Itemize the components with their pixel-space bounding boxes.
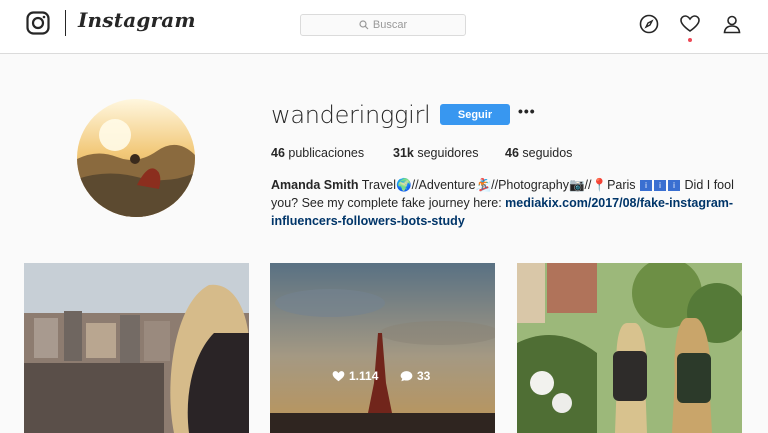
more-options-button[interactable]: ••• xyxy=(518,103,536,119)
following-count: 46 xyxy=(505,146,519,160)
profile-bio: Amanda Smith Travel🌍//Adventure🏂//Photog… xyxy=(271,176,751,230)
compass-icon[interactable] xyxy=(639,14,659,34)
posts-count: 46 xyxy=(271,146,285,160)
instagram-wordmark[interactable]: Instagram xyxy=(78,8,196,32)
notification-dot xyxy=(688,38,692,42)
info-emoji-icon: i xyxy=(640,180,653,192)
profile-username: wanderinggirl xyxy=(271,101,431,129)
followers-label: seguidores xyxy=(417,146,479,160)
pin-emoji-icon: 📍 xyxy=(591,178,608,192)
bio-text-2: //Adventure xyxy=(411,178,476,192)
heart-icon[interactable] xyxy=(680,14,700,34)
search-input[interactable]: Buscar xyxy=(300,14,466,36)
posts-label: publicaciones xyxy=(288,146,365,160)
following-label: seguidos xyxy=(522,146,573,160)
user-icon[interactable] xyxy=(722,14,742,34)
heart-filled-icon xyxy=(332,371,345,382)
posts-stat: 46 publicaciones xyxy=(271,146,364,160)
bio-text-1: Travel xyxy=(361,178,397,192)
info-emoji-icon: i xyxy=(668,180,681,192)
camera-emoji-icon: 📷 xyxy=(568,178,585,192)
followers-stat[interactable]: 31k seguidores xyxy=(393,146,479,160)
search-placeholder: Buscar xyxy=(372,19,408,31)
nav-divider xyxy=(65,10,66,36)
bio-text-5: Paris xyxy=(607,178,636,192)
bio-text-4: // xyxy=(584,178,592,192)
post-hover-overlay xyxy=(270,263,495,433)
likes-stat: 1.114 xyxy=(332,369,378,383)
bio-full-name: Amanda Smith xyxy=(271,178,359,192)
post-tile-friends[interactable] xyxy=(517,263,742,433)
post-tile-city[interactable] xyxy=(24,263,249,433)
following-stat[interactable]: 46 seguidos xyxy=(505,146,572,160)
comments-count: 33 xyxy=(417,369,431,383)
comments-stat: 33 xyxy=(400,369,430,383)
post-tile-eiffel[interactable]: 1.114 33 xyxy=(270,263,495,433)
instagram-camera-icon[interactable] xyxy=(26,11,50,35)
globe-emoji-icon: 🌍 xyxy=(396,178,412,192)
follow-button[interactable]: Seguir xyxy=(440,104,510,125)
bio-text-3: //Photography xyxy=(491,178,569,192)
comment-bubble-icon xyxy=(400,371,413,382)
profile-avatar[interactable] xyxy=(77,99,195,217)
search-icon xyxy=(359,20,369,30)
hiker-emoji-icon: 🏂 xyxy=(475,178,492,192)
top-navbar: Instagram Buscar xyxy=(0,0,768,54)
followers-count: 31k xyxy=(393,146,414,160)
info-emoji-icon: i xyxy=(654,180,667,192)
likes-count: 1.114 xyxy=(349,369,379,383)
